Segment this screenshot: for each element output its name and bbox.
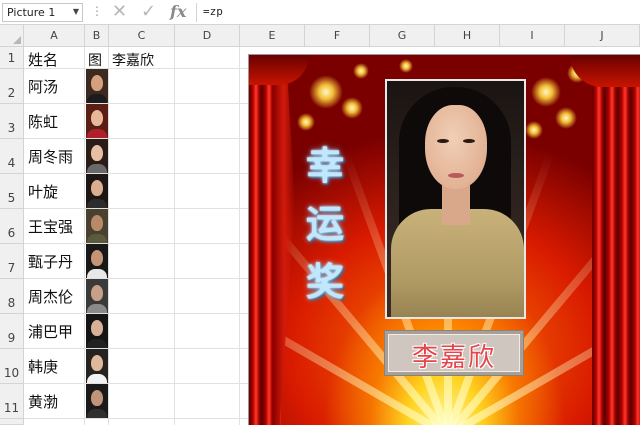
winner-portrait [385,79,526,319]
select-all-button[interactable] [0,25,24,47]
column-header-a[interactable]: A [24,25,85,47]
thumbnail-image[interactable] [86,69,108,103]
row-header-4[interactable]: 4 [0,139,24,174]
thumbnail-image[interactable] [86,104,108,138]
sparkle [555,107,577,129]
cell-a6[interactable]: 王宝强 [28,216,73,237]
cancel-icon[interactable]: ✕ [112,1,127,23]
row-header-1[interactable]: 1 [0,47,24,69]
cell-a9[interactable]: 浦巴甲 [28,321,73,342]
curtain-valance-left [249,55,309,85]
sparkle [525,121,543,139]
column-header-b[interactable]: B [85,25,109,47]
formula-bar: Picture 1 ▼ ⋮ ✕ ✓ fx =zp [0,0,640,25]
thumbnail-image[interactable] [86,209,108,243]
enter-icon[interactable]: ✓ [141,1,156,23]
cell-a10[interactable]: 韩庚 [28,356,58,377]
column-header-h[interactable]: H [435,25,500,47]
formula-bar-resize-handle[interactable]: ⋮ [91,4,103,18]
column-header-i[interactable]: I [500,25,565,47]
cell-a5[interactable]: 叶旋 [28,181,58,202]
row-number: 1 [7,51,16,65]
row-header-3[interactable]: 3 [0,104,24,139]
row-header-5[interactable]: 5 [0,174,24,209]
row-number: 4 [7,156,16,170]
lottery-picture[interactable]: 幸运奖 李嘉欣 [248,54,640,425]
row-header-8[interactable]: 8 [0,279,24,314]
sparkle [399,59,413,73]
row-number: 11 [3,401,20,415]
winner-name-plate: 李嘉欣 [385,331,523,375]
thumbnail-image[interactable] [86,279,108,313]
winner-name: 李嘉欣 [411,343,496,373]
sparkle [309,75,343,109]
row-header-11[interactable]: 11 [0,384,24,419]
name-box-value: Picture 1 [7,6,56,19]
cell-a1[interactable]: 姓名 [28,49,58,70]
column-header-g[interactable]: G [370,25,435,47]
cell-a3[interactable]: 陈虹 [28,111,58,132]
stage-curtain-right [592,55,640,425]
name-box[interactable]: Picture 1 ▼ [2,3,83,22]
row-header-6[interactable]: 6 [0,209,24,244]
column-header-f[interactable]: F [305,25,370,47]
row-number: 8 [7,296,16,310]
thumbnail-image[interactable] [86,349,108,383]
insert-function-icon[interactable]: fx [170,1,186,23]
name-box-dropdown-icon[interactable]: ▼ [73,7,79,16]
row-number: 2 [7,86,16,100]
sparkle [353,63,369,79]
cell-a8[interactable]: 周杰伦 [28,286,73,307]
cell-a4[interactable]: 周冬雨 [28,146,73,167]
thumbnail-image[interactable] [86,314,108,348]
formula-input[interactable]: =zp [196,3,640,22]
row-header-10[interactable]: 10 [0,349,24,384]
column-header-e[interactable]: E [240,25,305,47]
row-header-2[interactable]: 2 [0,69,24,104]
row-number: 9 [7,331,16,345]
column-header-c[interactable]: C [109,25,175,47]
column-header-d[interactable]: D [175,25,240,47]
row-number: 5 [7,191,16,205]
thumbnail-image[interactable] [86,174,108,208]
row-header-12[interactable] [0,419,24,425]
thumbnail-image[interactable] [86,244,108,278]
cell-a2[interactable]: 阿汤 [28,76,58,97]
sparkle [531,77,561,107]
column-header-j[interactable]: J [565,25,640,47]
row-number: 10 [3,366,20,380]
cell-a11[interactable]: 黄渤 [28,391,58,412]
sparkle [341,97,363,119]
thumbnail-image[interactable] [86,384,108,418]
cell-b1[interactable]: 图 [88,50,102,70]
thumbnail-image[interactable] [86,139,108,173]
stage-curtain-left [249,55,281,425]
row-number: 6 [7,226,16,240]
lucky-prize-title: 幸运奖 [305,143,344,304]
cell-c1[interactable]: 李嘉欣 [112,50,154,70]
row-header-9[interactable]: 9 [0,314,24,349]
row-number: 3 [7,121,16,135]
sparkle [297,113,315,131]
cell-a7[interactable]: 甄子丹 [28,251,73,272]
row-number: 7 [7,261,16,275]
row-header-7[interactable]: 7 [0,244,24,279]
